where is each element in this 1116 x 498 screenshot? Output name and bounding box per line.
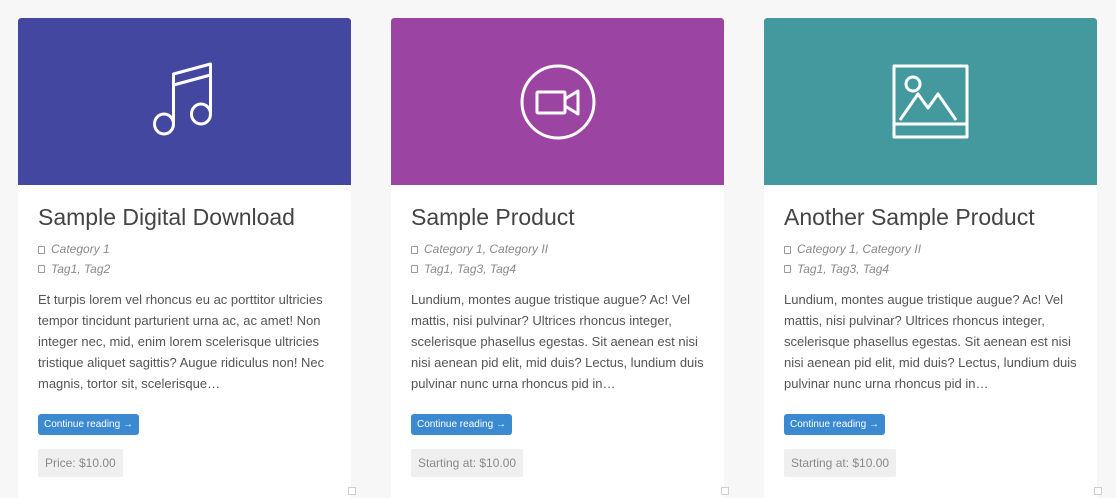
tags-row: Tag1, Tag2 bbox=[38, 260, 331, 280]
tags-row: Tag1, Tag3, Tag4 bbox=[784, 260, 1077, 280]
music-note-icon bbox=[152, 62, 212, 135]
continue-reading-button[interactable]: Continue reading → bbox=[411, 414, 512, 435]
product-excerpt: Et turpis lorem vel rhoncus eu ac portti… bbox=[38, 292, 325, 391]
product-excerpt: Lundium, montes augue tristique augue? A… bbox=[784, 292, 1077, 391]
tags-row: Tag1, Tag3, Tag4 bbox=[411, 260, 704, 280]
folder-icon bbox=[411, 245, 418, 254]
corner-handle bbox=[721, 487, 729, 495]
product-title[interactable]: Sample Product bbox=[411, 202, 704, 232]
video-camera-icon bbox=[520, 64, 595, 139]
product-title[interactable]: Sample Digital Download bbox=[38, 202, 331, 232]
corner-handle bbox=[348, 487, 356, 495]
tag-icon bbox=[38, 265, 45, 274]
product-card: Sample Digital Download Category 1 Tag1,… bbox=[18, 18, 351, 498]
price-badge: Starting at: $10.00 bbox=[411, 449, 524, 477]
continue-reading-button[interactable]: Continue reading → bbox=[38, 414, 139, 435]
categories-links[interactable]: Category 1, Category II bbox=[797, 240, 921, 260]
categories-links[interactable]: Category 1 bbox=[51, 240, 110, 260]
product-card: Another Sample Product Category 1, Categ… bbox=[764, 18, 1097, 498]
product-thumbnail[interactable] bbox=[18, 18, 351, 185]
image-icon bbox=[892, 64, 968, 138]
product-title[interactable]: Another Sample Product bbox=[784, 202, 1077, 232]
product-thumbnail[interactable] bbox=[764, 18, 1097, 185]
folder-icon bbox=[38, 245, 45, 254]
product-grid: Sample Digital Download Category 1 Tag1,… bbox=[0, 0, 1116, 498]
price-badge: Starting at: $10.00 bbox=[784, 449, 897, 477]
product-thumbnail[interactable] bbox=[391, 18, 724, 185]
price-badge: Price: $10.00 bbox=[38, 449, 123, 477]
post-meta: Category 1, Category II Tag1, Tag3, Tag4 bbox=[411, 240, 704, 279]
tags-links[interactable]: Tag1, Tag3, Tag4 bbox=[797, 260, 889, 280]
categories-row: Category 1, Category II bbox=[411, 240, 704, 260]
post-meta: Category 1 Tag1, Tag2 bbox=[38, 240, 331, 279]
categories-row: Category 1 bbox=[38, 240, 331, 260]
post-meta: Category 1, Category II Tag1, Tag3, Tag4 bbox=[784, 240, 1077, 279]
tag-icon bbox=[411, 265, 418, 274]
categories-row: Category 1, Category II bbox=[784, 240, 1077, 260]
product-card: Sample Product Category 1, Category II T… bbox=[391, 18, 724, 498]
categories-links[interactable]: Category 1, Category II bbox=[424, 240, 548, 260]
folder-icon bbox=[784, 245, 791, 254]
tags-links[interactable]: Tag1, Tag3, Tag4 bbox=[424, 260, 516, 280]
continue-reading-button[interactable]: Continue reading → bbox=[784, 414, 885, 435]
product-excerpt: Lundium, montes augue tristique augue? A… bbox=[411, 292, 704, 391]
tag-icon bbox=[784, 265, 791, 274]
tags-links[interactable]: Tag1, Tag2 bbox=[51, 260, 110, 280]
corner-handle bbox=[1094, 487, 1102, 495]
